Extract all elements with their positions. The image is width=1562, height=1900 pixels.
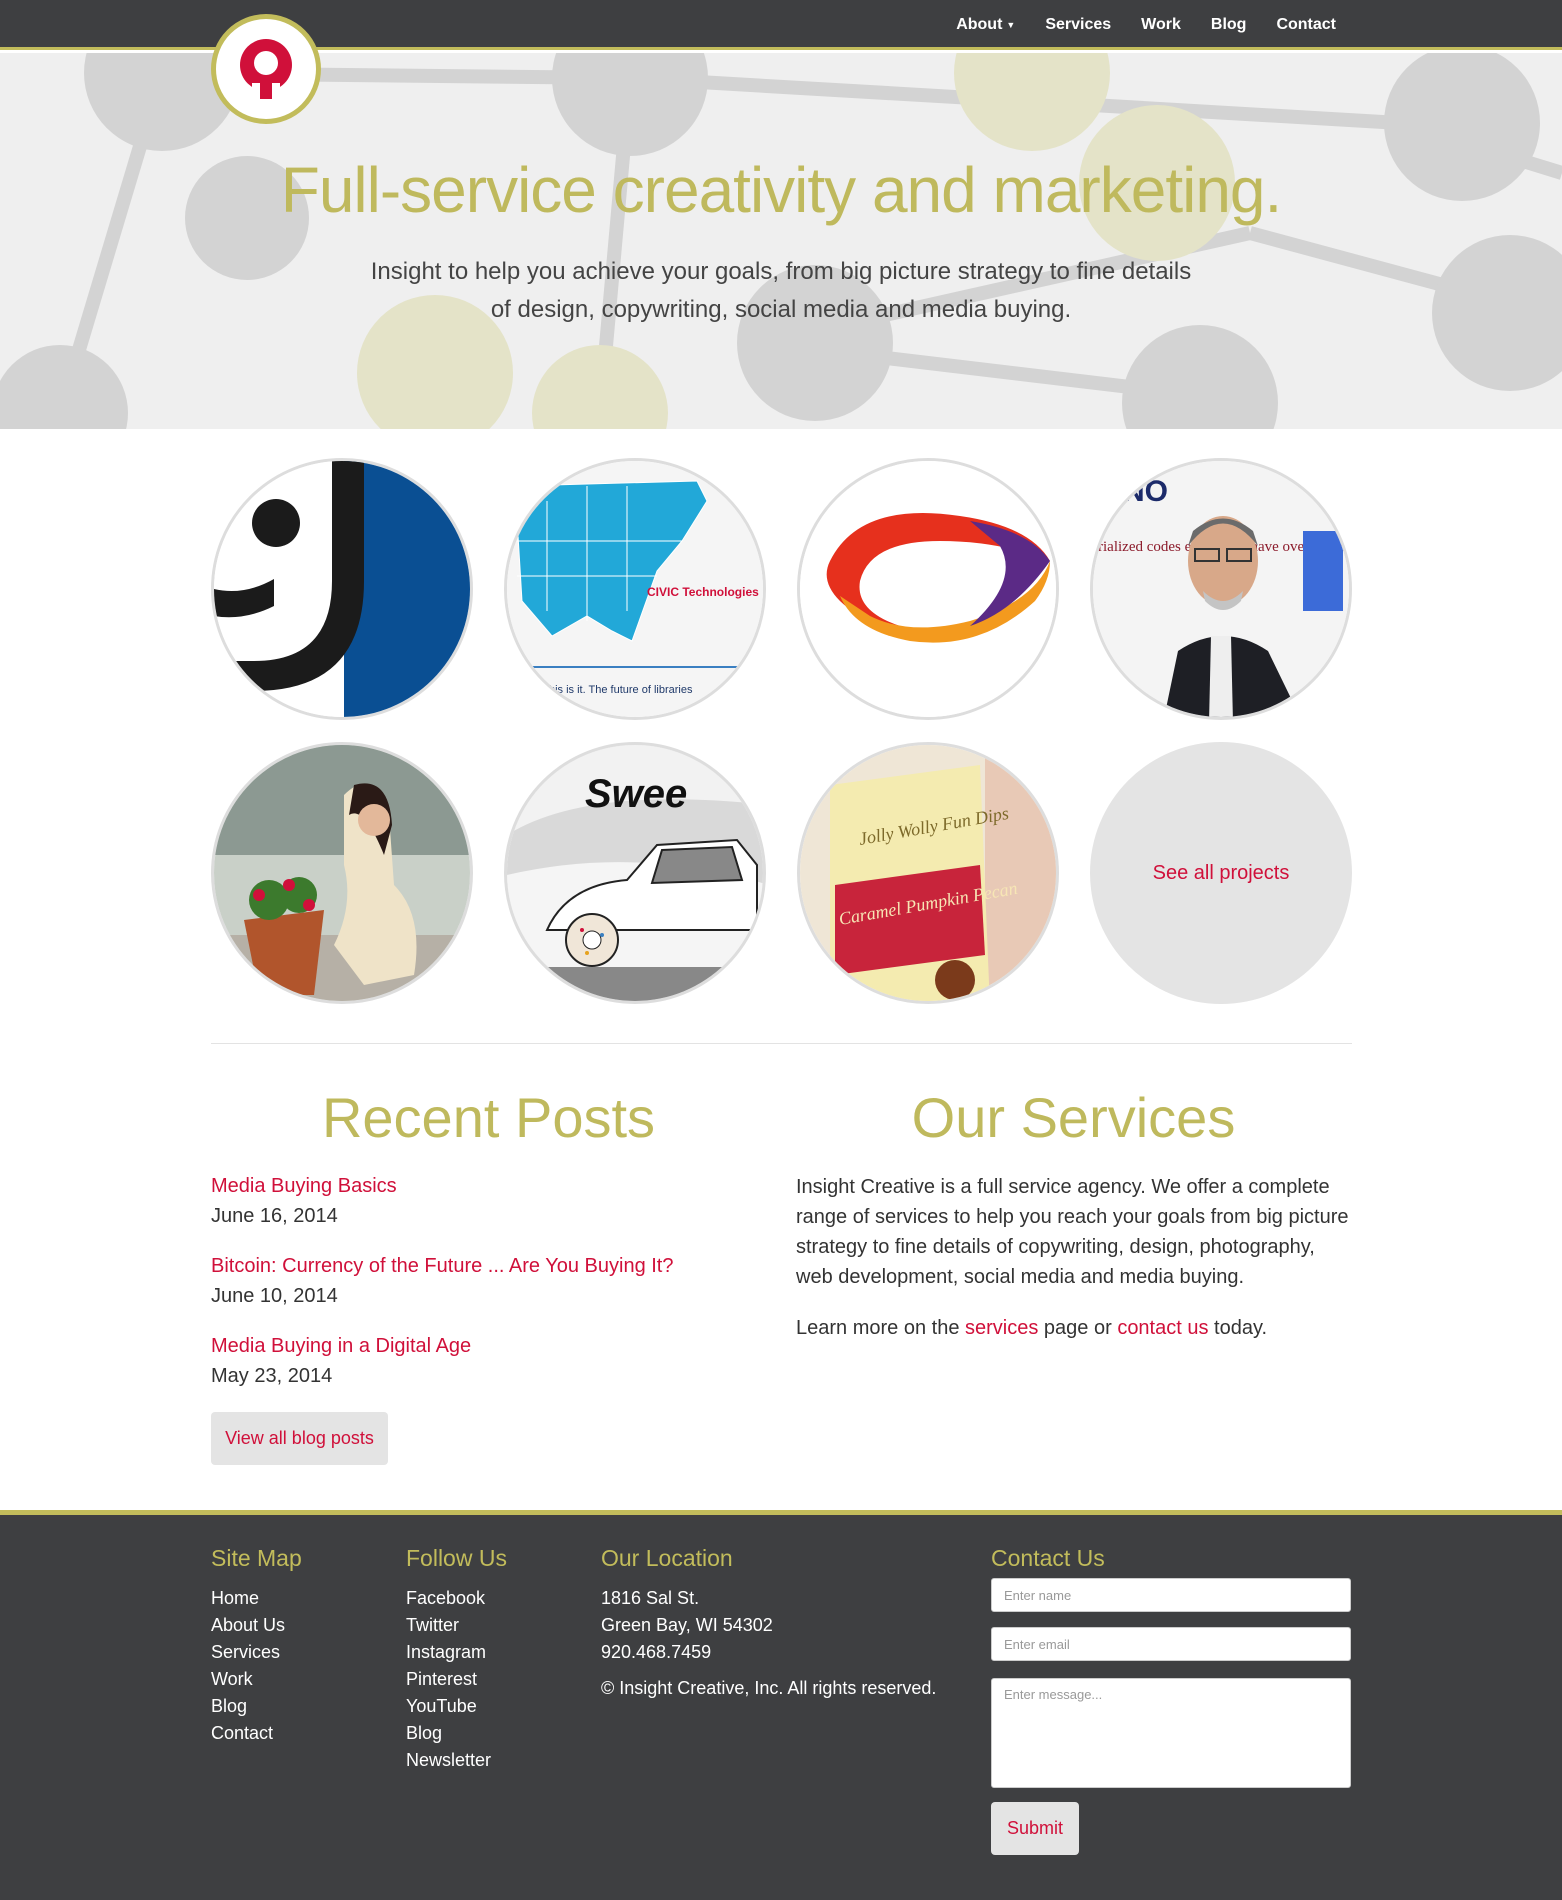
contact-us-link[interactable]: contact us: [1117, 1317, 1208, 1339]
footer-link-twitter[interactable]: Twitter: [406, 1612, 491, 1639]
project-thumb-swoosh-logo[interactable]: [797, 458, 1059, 720]
nav-about[interactable]: About ▼: [941, 16, 1030, 34]
section-divider: [211, 1043, 1352, 1044]
footer-link-newsletter[interactable]: Newsletter: [406, 1747, 491, 1774]
nav-menu: About ▼ Services Work Blog Contact: [941, 0, 1351, 50]
services-page-link[interactable]: services: [965, 1317, 1038, 1339]
project-thumb-jolly-wolly-fun-dips[interactable]: Jolly Wolly Fun Dips Caramel Pumpkin Pec…: [797, 742, 1059, 1004]
project-grid: CIVIC Technologies his is it. The future…: [211, 458, 1352, 1004]
footer-link-about-us[interactable]: About Us: [211, 1612, 285, 1639]
footer-link-blog[interactable]: Blog: [211, 1693, 285, 1720]
project-thumb-man-in-suit[interactable]: NO rialized codes e do... and have over …: [1090, 458, 1352, 720]
post-date-2: June 10, 2014: [211, 1285, 338, 1307]
footer-link-facebook[interactable]: Facebook: [406, 1585, 491, 1612]
learn-more-middle: page or: [1038, 1317, 1118, 1339]
us-map-website-image: CIVIC Technologies his is it. The future…: [507, 461, 763, 717]
see-all-projects-label: See all projects: [1152, 861, 1290, 884]
footer-sitemap-list: Home About Us Services Work Blog Contact: [211, 1585, 285, 1747]
footer-link-home[interactable]: Home: [211, 1585, 285, 1612]
footer-phone: 920.468.7459: [601, 1642, 712, 1662]
footer-follow-title: Follow Us: [406, 1545, 507, 1571]
contact-message-textarea[interactable]: [991, 1678, 1351, 1788]
contact-submit-button[interactable]: Submit: [991, 1802, 1079, 1855]
site-footer: Site Map Home About Us Services Work Blo…: [0, 1510, 1562, 1900]
nav-work[interactable]: Work: [1126, 16, 1196, 34]
smiley-face-logo-image: [214, 461, 470, 717]
hero-subtitle: Insight to help you achieve your goals, …: [370, 258, 1192, 323]
footer-address-street: 1816 Sal St.: [601, 1588, 700, 1608]
recent-posts-title: Recent Posts: [321, 1086, 656, 1149]
footer-sitemap-title: Site Map: [211, 1545, 302, 1571]
footer-link-contact[interactable]: Contact: [211, 1720, 285, 1747]
footer-link-blog-follow[interactable]: Blog: [406, 1720, 491, 1747]
nav-about-label: About: [956, 16, 1003, 33]
project-thumb-smiley-face-logo[interactable]: [211, 458, 473, 720]
learn-more-suffix: today.: [1208, 1317, 1268, 1339]
swoosh-logo-image: [800, 461, 1056, 717]
contact-name-input[interactable]: [991, 1578, 1351, 1612]
services-description: Insight Creative is a full service agenc…: [796, 1176, 1349, 1288]
nav-services[interactable]: Services: [1030, 16, 1126, 34]
woman-gardening-image: [214, 745, 470, 1001]
footer-link-pinterest[interactable]: Pinterest: [406, 1666, 491, 1693]
footer-address-city: Green Bay, WI 54302: [601, 1615, 773, 1635]
civic-technologies-text: CIVIC Technologies: [647, 585, 759, 599]
our-services-title: Our Services: [911, 1086, 1236, 1149]
sweet-car-illustration-image: Swee: [507, 745, 763, 1001]
fun-dips-package-image: Jolly Wolly Fun Dips Caramel Pumpkin Pec…: [800, 745, 1056, 1001]
footer-copyright: © Insight Creative, Inc. All rights rese…: [601, 1678, 937, 1698]
hero-title: Full-service creativity and marketing.: [280, 154, 1283, 226]
site-logo[interactable]: [211, 14, 321, 124]
footer-location-list: 1816 Sal St. Green Bay, WI 54302 920.468…: [601, 1585, 773, 1666]
post-link-3[interactable]: Media Buying in a Digital Age: [211, 1335, 471, 1358]
view-all-blog-posts-button[interactable]: View all blog posts: [211, 1412, 388, 1465]
post-link-2[interactable]: Bitcoin: Currency of the Future ... Are …: [211, 1255, 673, 1278]
project-thumb-woman-gardening[interactable]: [211, 742, 473, 1004]
footer-contact-title: Contact Us: [991, 1545, 1105, 1571]
contact-email-input[interactable]: [991, 1627, 1351, 1661]
services-learn-more: Learn more on the services page or conta…: [796, 1313, 1356, 1343]
post-date-3: May 23, 2014: [211, 1365, 333, 1387]
see-all-projects-button[interactable]: See all projects: [1090, 742, 1352, 1004]
project-thumb-civic-technologies[interactable]: CIVIC Technologies his is it. The future…: [504, 458, 766, 720]
footer-link-youtube[interactable]: YouTube: [406, 1693, 491, 1720]
civic-caption-text: his is it. The future of libraries: [549, 684, 693, 696]
post-date-1: June 16, 2014: [211, 1205, 338, 1227]
footer-link-services[interactable]: Services: [211, 1639, 285, 1666]
nav-blog[interactable]: Blog: [1196, 16, 1262, 34]
sweet-headline-text: Swee: [585, 772, 687, 816]
footer-location-title: Our Location: [601, 1545, 733, 1571]
nav-contact[interactable]: Contact: [1261, 16, 1351, 34]
project-thumb-sweet-car[interactable]: Swee: [504, 742, 766, 1004]
man-in-suit-image: NO rialized codes e do... and have over …: [1093, 461, 1349, 717]
footer-link-instagram[interactable]: Instagram: [406, 1639, 491, 1666]
footer-follow-list: Facebook Twitter Instagram Pinterest You…: [406, 1585, 491, 1774]
man-video-heading-text: NO: [1123, 475, 1168, 508]
caret-down-icon: ▼: [1006, 19, 1016, 30]
footer-link-work[interactable]: Work: [211, 1666, 285, 1693]
post-link-1[interactable]: Media Buying Basics: [211, 1175, 397, 1198]
insight-logo-icon: [240, 39, 292, 99]
learn-more-prefix: Learn more on the: [796, 1317, 965, 1339]
